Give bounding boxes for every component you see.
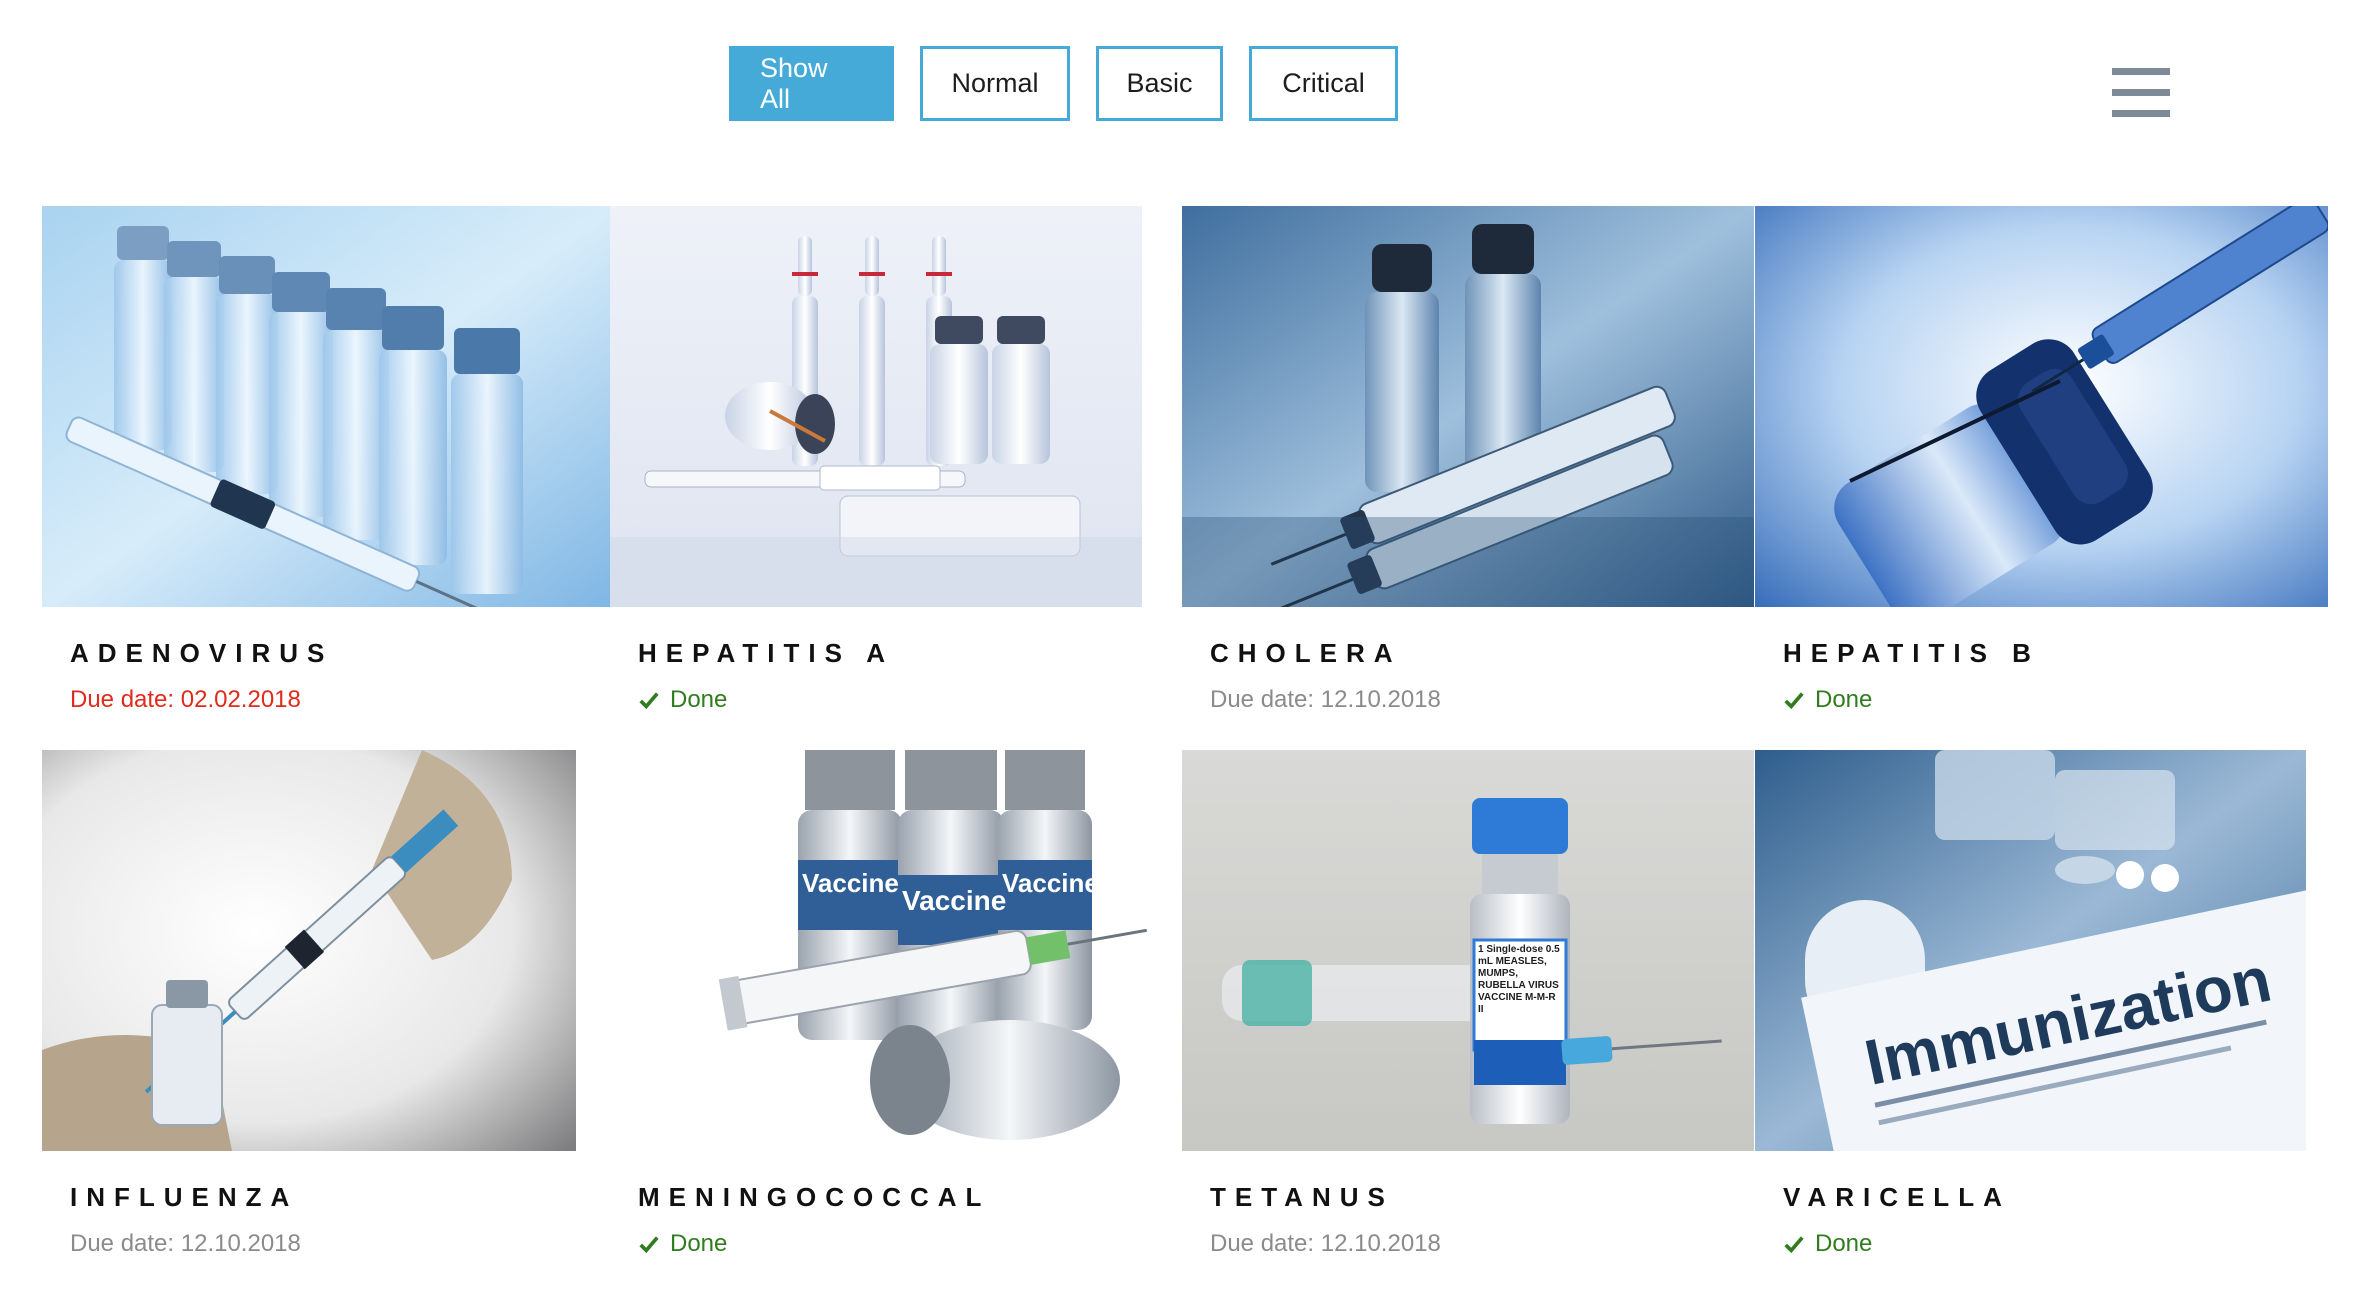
vaccine-image-adenovirus: [42, 206, 615, 607]
vaccine-card-tetanus[interactable]: 1 Single-dose 0.5 mL MEASLES, MUMPS, RUB…: [1182, 750, 1754, 1290]
checkmark-icon: [1784, 1236, 1804, 1254]
vaccine-card-influenza[interactable]: INFLUENZA Due date: 12.10.2018: [42, 750, 614, 1290]
vaccine-status-done: Done: [1783, 686, 1872, 714]
checkmark-icon: [639, 1236, 659, 1254]
vaccine-card-varicella[interactable]: Immunization VARICELLA Done: [1755, 750, 2327, 1290]
checkmark-icon: [639, 692, 659, 710]
svg-text:Vaccine: Vaccine: [902, 885, 1006, 916]
basic-filter-button[interactable]: Basic: [1096, 46, 1223, 121]
vaccine-title: TETANUS: [1210, 1182, 1394, 1212]
vaccine-image-varicella: Immunization: [1755, 750, 2306, 1151]
normal-filter-button[interactable]: Normal: [920, 46, 1070, 121]
vaccine-card-cholera[interactable]: CHOLERA Due date: 12.10.2018: [1182, 206, 1754, 746]
vaccine-title: VARICELLA: [1783, 1182, 2011, 1212]
vaccine-image-tetanus: 1 Single-dose 0.5 mL MEASLES, MUMPS, RUB…: [1182, 750, 1754, 1151]
vaccine-title: CHOLERA: [1210, 638, 1402, 668]
vaccine-image-cholera: [1182, 206, 1754, 607]
vaccine-title: MENINGOCOCCAL: [638, 1182, 991, 1212]
vaccine-image-influenza: [42, 750, 576, 1151]
filter-bar: Show All Normal Basic Critical: [729, 46, 1398, 121]
critical-filter-button[interactable]: Critical: [1249, 46, 1398, 121]
vaccine-status-done: Done: [1783, 1230, 1872, 1258]
vaccine-image-hepatitis-a: [610, 206, 1142, 607]
vaccine-title: ADENOVIRUS: [70, 638, 334, 668]
vaccine-due-date: Due date: 12.10.2018: [1210, 1230, 1441, 1257]
vaccine-status-done: Done: [638, 686, 727, 714]
vaccine-card-adenovirus[interactable]: ADENOVIRUS Due date: 02.02.2018: [42, 206, 615, 746]
vaccine-card-meningococcal[interactable]: Vaccine Vaccine Vaccine MENINGOCOCCAL Do…: [610, 750, 1182, 1290]
vaccine-title: HEPATITIS A: [638, 638, 894, 668]
vaccine-title: HEPATITIS B: [1783, 638, 2040, 668]
svg-text:Vaccine: Vaccine: [1002, 868, 1099, 898]
vaccine-card-hepatitis-b[interactable]: HEPATITIS B Done: [1755, 206, 2328, 746]
svg-text:Vaccine: Vaccine: [802, 868, 899, 898]
vaccine-due-date: Due date: 12.10.2018: [1210, 686, 1441, 713]
vaccine-image-hepatitis-b: [1755, 206, 2328, 607]
vaccine-card-hepatitis-a[interactable]: HEPATITIS A Done: [610, 206, 1182, 746]
hamburger-menu-icon[interactable]: [2112, 66, 2172, 120]
vaccine-title: INFLUENZA: [70, 1182, 299, 1212]
vaccine-status-done: Done: [638, 1230, 727, 1258]
vaccine-image-meningococcal: Vaccine Vaccine Vaccine: [610, 750, 1182, 1151]
vaccine-due-date: Due date: 12.10.2018: [70, 1230, 301, 1257]
checkmark-icon: [1784, 692, 1804, 710]
vaccine-due-date: Due date: 02.02.2018: [70, 686, 301, 713]
show-all-filter-button[interactable]: Show All: [729, 46, 894, 121]
